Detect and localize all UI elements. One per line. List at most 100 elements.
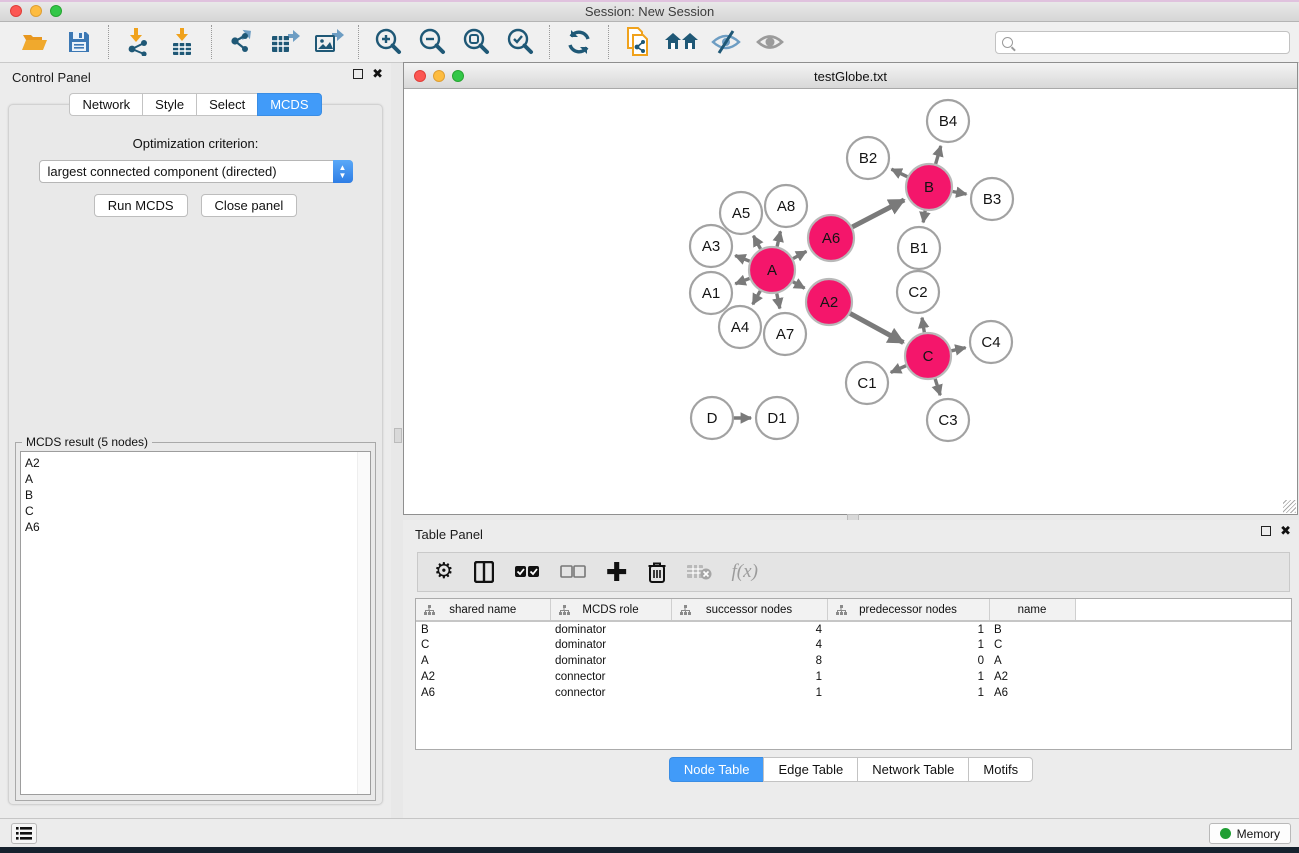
import-network-button[interactable] xyxy=(119,26,157,58)
table-cell[interactable]: C xyxy=(989,637,1075,653)
mcds-result-item[interactable]: A2 xyxy=(25,455,370,471)
float-panel-icon[interactable] xyxy=(353,69,363,79)
edge-C-C4[interactable] xyxy=(951,348,965,351)
table-cell[interactable]: B xyxy=(416,621,550,637)
table-cell[interactable]: A xyxy=(989,653,1075,669)
edge-B-B3[interactable] xyxy=(953,191,967,194)
column-header-successor-nodes[interactable]: successor nodes xyxy=(671,599,827,621)
network-canvas[interactable]: B4B2BB3A8A5A6A3B1AA1C2A2A4A7C4CC1C3DD1 xyxy=(404,89,1297,514)
column-header-predecessor-nodes[interactable]: predecessor nodes xyxy=(827,599,989,621)
edge-C-C1[interactable] xyxy=(891,366,906,373)
network-close-button[interactable] xyxy=(414,70,426,82)
mcds-result-item[interactable]: C xyxy=(25,503,370,519)
edge-A-A1[interactable] xyxy=(735,278,749,283)
delete-column-button[interactable] xyxy=(648,557,666,587)
table-cell[interactable]: 0 xyxy=(827,653,989,669)
export-table-button[interactable] xyxy=(266,26,304,58)
tab-select[interactable]: Select xyxy=(196,93,257,116)
zoom-selected-button[interactable] xyxy=(501,26,539,58)
mcds-list-scrollbar[interactable] xyxy=(357,452,370,794)
export-network-button[interactable] xyxy=(222,26,260,58)
column-header-MCDS-role[interactable]: MCDS role xyxy=(550,599,671,621)
table-cell[interactable]: 4 xyxy=(671,637,827,653)
task-history-button[interactable] xyxy=(11,823,37,844)
mcds-result-list[interactable]: A2ABCA6 xyxy=(20,451,371,795)
table-cell[interactable]: 1 xyxy=(827,621,989,637)
show-all-button[interactable] xyxy=(751,26,789,58)
table-cell[interactable]: A6 xyxy=(989,685,1075,701)
open-file-button[interactable] xyxy=(16,26,54,58)
table-row[interactable]: Cdominator41C xyxy=(416,637,1291,653)
table-cell[interactable]: C xyxy=(416,637,550,653)
edge-A2-C[interactable] xyxy=(850,313,903,342)
network-zoom-button[interactable] xyxy=(452,70,464,82)
table-cell[interactable]: 1 xyxy=(671,669,827,685)
edge-A6-B[interactable] xyxy=(852,200,904,227)
memory-button[interactable]: Memory xyxy=(1209,823,1291,844)
edge-B-B4[interactable] xyxy=(936,146,941,164)
vertical-splitter-handle[interactable] xyxy=(394,428,402,443)
table-cell[interactable]: A2 xyxy=(989,669,1075,685)
close-panel-icon[interactable]: ✖ xyxy=(372,69,383,79)
criterion-dropdown[interactable]: largest connected component (directed) ▲… xyxy=(39,160,353,183)
refresh-layout-button[interactable] xyxy=(560,26,598,58)
tab-mcds[interactable]: MCDS xyxy=(257,93,321,116)
edge-A-A7[interactable] xyxy=(777,294,780,309)
zoom-in-button[interactable] xyxy=(369,26,407,58)
table-cell[interactable]: 8 xyxy=(671,653,827,669)
edge-A-A8[interactable] xyxy=(777,231,780,246)
import-table-button[interactable] xyxy=(163,26,201,58)
duplicate-network-button[interactable] xyxy=(619,26,657,58)
table-options-gear-button[interactable]: ⚙ xyxy=(434,557,454,587)
window-resize-grip[interactable] xyxy=(1283,500,1296,513)
first-neighbors-button[interactable] xyxy=(663,26,701,58)
float-table-panel-icon[interactable] xyxy=(1261,526,1271,536)
tab-edge-table[interactable]: Edge Table xyxy=(763,757,857,782)
table-cell[interactable]: 1 xyxy=(827,637,989,653)
network-window-titlebar[interactable]: testGlobe.txt xyxy=(404,63,1297,89)
deselect-all-rows-button[interactable] xyxy=(560,557,586,587)
table-cell[interactable]: connector xyxy=(550,685,671,701)
table-cell[interactable]: 4 xyxy=(671,621,827,637)
network-minimize-button[interactable] xyxy=(433,70,445,82)
table-cell[interactable]: connector xyxy=(550,669,671,685)
table-cell[interactable]: A6 xyxy=(416,685,550,701)
mcds-result-item[interactable]: A6 xyxy=(25,519,370,535)
tab-style[interactable]: Style xyxy=(142,93,196,116)
table-cell[interactable]: A2 xyxy=(416,669,550,685)
edge-A-A3[interactable] xyxy=(735,256,749,262)
run-mcds-button[interactable]: Run MCDS xyxy=(94,194,188,217)
table-cell[interactable]: B xyxy=(989,621,1075,637)
table-row[interactable]: A6connector11A6 xyxy=(416,685,1291,701)
table-cell[interactable]: dominator xyxy=(550,621,671,637)
table-cell[interactable]: 1 xyxy=(827,685,989,701)
edge-C-C3[interactable] xyxy=(935,379,940,395)
close-panel-button[interactable]: Close panel xyxy=(201,194,298,217)
edge-A-A2[interactable] xyxy=(793,282,805,289)
table-cell[interactable]: A xyxy=(416,653,550,669)
table-row[interactable]: A2connector11A2 xyxy=(416,669,1291,685)
tab-network[interactable]: Network xyxy=(69,93,142,116)
table-cell[interactable]: 1 xyxy=(827,669,989,685)
zoom-out-button[interactable] xyxy=(413,26,451,58)
apply-function-button[interactable]: f(x) xyxy=(732,557,758,587)
mcds-result-item[interactable]: A xyxy=(25,471,370,487)
tab-node-table[interactable]: Node Table xyxy=(669,757,764,782)
edge-B-B2[interactable] xyxy=(891,169,907,177)
edge-B-B1[interactable] xyxy=(923,211,925,223)
column-header-name[interactable]: name xyxy=(989,599,1075,621)
search-field[interactable] xyxy=(995,31,1290,54)
edge-A-A6[interactable] xyxy=(793,251,806,258)
save-session-button[interactable] xyxy=(60,26,98,58)
edge-A-A5[interactable] xyxy=(753,236,760,249)
table-cell[interactable]: dominator xyxy=(550,653,671,669)
select-all-rows-button[interactable] xyxy=(514,557,540,587)
table-row[interactable]: Adominator80A xyxy=(416,653,1291,669)
edge-C-C2[interactable] xyxy=(922,318,924,333)
add-column-button[interactable]: ✚ xyxy=(606,557,628,587)
delete-table-button[interactable] xyxy=(686,557,712,587)
column-selector-button[interactable] xyxy=(474,557,494,587)
mcds-result-item[interactable]: B xyxy=(25,487,370,503)
zoom-fit-button[interactable] xyxy=(457,26,495,58)
tab-network-table[interactable]: Network Table xyxy=(857,757,968,782)
